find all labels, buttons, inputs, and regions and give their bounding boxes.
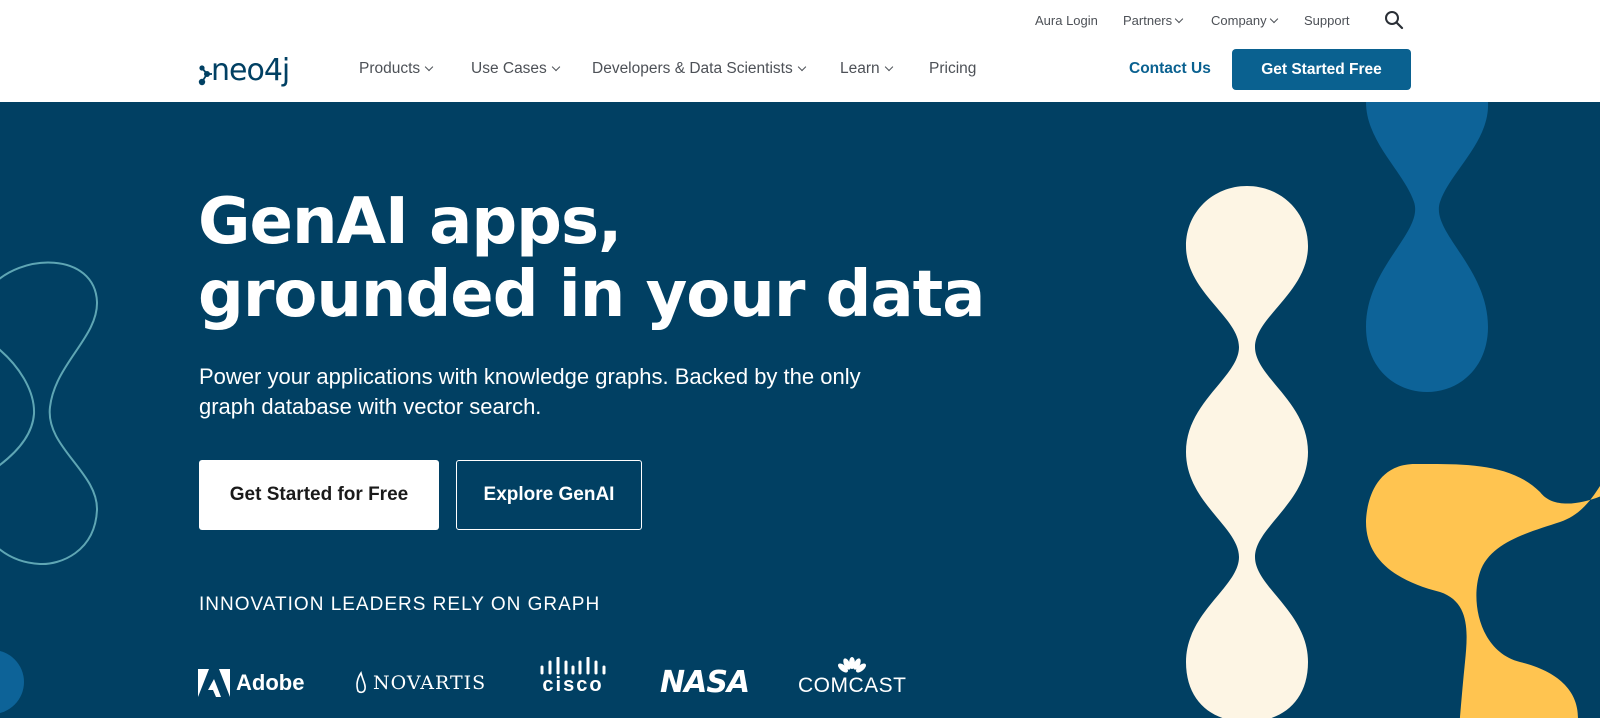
nav-pricing[interactable]: Pricing [929,60,976,78]
chevron-down-icon [551,62,561,72]
chevron-down-icon [1269,14,1278,24]
get-started-for-free-button[interactable]: Get Started for Free [199,460,439,530]
hero-title: GenAI apps, grounded in your data [198,185,985,332]
outline-blob-left [0,261,99,566]
outline-blob-left-inner [0,348,36,467]
blue-blob-top-right [1366,102,1489,392]
hero-title-line2: grounded in your data [198,258,985,332]
nav-use-cases[interactable]: Use Cases [471,60,561,78]
adobe-text: Adobe [236,670,305,695]
leaders-heading: INNOVATION LEADERS RELY ON GRAPH [199,594,601,615]
partners-menu[interactable]: Partners [1123,13,1184,28]
search-icon[interactable] [1384,10,1404,30]
chevron-down-icon [884,62,893,72]
partners-label: Partners [1123,13,1173,28]
company-menu[interactable]: Company [1211,13,1278,28]
utility-bar: Aura Login Partners Company Support [0,0,1600,40]
nasa-logo: NASA [660,665,750,700]
yellow-shape [1366,463,1600,718]
cisco-bars-icon [540,657,606,675]
cream-chain [1186,186,1308,718]
logo-text: neo4j [211,53,289,88]
chevron-down-icon [424,62,434,72]
nav-products-label: Products [359,60,421,77]
blue-circle-bottom-left [0,651,24,713]
company-label: Company [1211,13,1267,28]
comcast-logo: COMCAST [798,657,907,697]
chevron-down-icon [797,62,806,72]
explore-genai-button[interactable]: Explore GenAI [456,460,642,530]
novartis-flame-icon [356,671,366,694]
nav-learn-label: Learn [840,60,880,77]
nav-learn[interactable]: Learn [840,60,893,78]
hero-subtitle: Power your applications with knowledge g… [199,364,861,419]
main-nav: neo4j Products Use Cases Developers & Da… [0,40,1600,102]
hero-title-line1: GenAI apps, [198,185,622,259]
nav-products[interactable]: Products [359,60,434,78]
nav-use-cases-label: Use Cases [471,60,547,77]
adobe-logo: Adobe [198,669,304,697]
cisco-text: cisco [542,674,604,696]
nbc-peacock-icon [838,657,867,673]
get-started-free-button[interactable]: Get Started Free [1232,49,1411,90]
nasa-text: NASA [660,665,750,700]
comcast-text: COMCAST [798,674,907,697]
adobe-icon [198,669,230,697]
chevron-down-icon [1174,14,1184,24]
cisco-logo: cisco [538,657,608,695]
aura-login-link[interactable]: Aura Login [1035,13,1098,28]
customer-logos: Adobe NOVARTIS cisco NASA COMCAST [198,657,918,707]
nav-developers-label: Developers & Data Scientists [592,60,793,77]
hero-section: GenAI apps, grounded in your data Power … [0,102,1600,718]
novartis-text: NOVARTIS [373,672,487,694]
neo4j-logo[interactable]: neo4j [198,50,310,90]
novartis-logo: NOVARTIS [353,671,486,695]
support-link[interactable]: Support [1304,13,1350,28]
contact-us-link[interactable]: Contact Us [1129,60,1211,78]
nav-developers[interactable]: Developers & Data Scientists [592,60,806,78]
